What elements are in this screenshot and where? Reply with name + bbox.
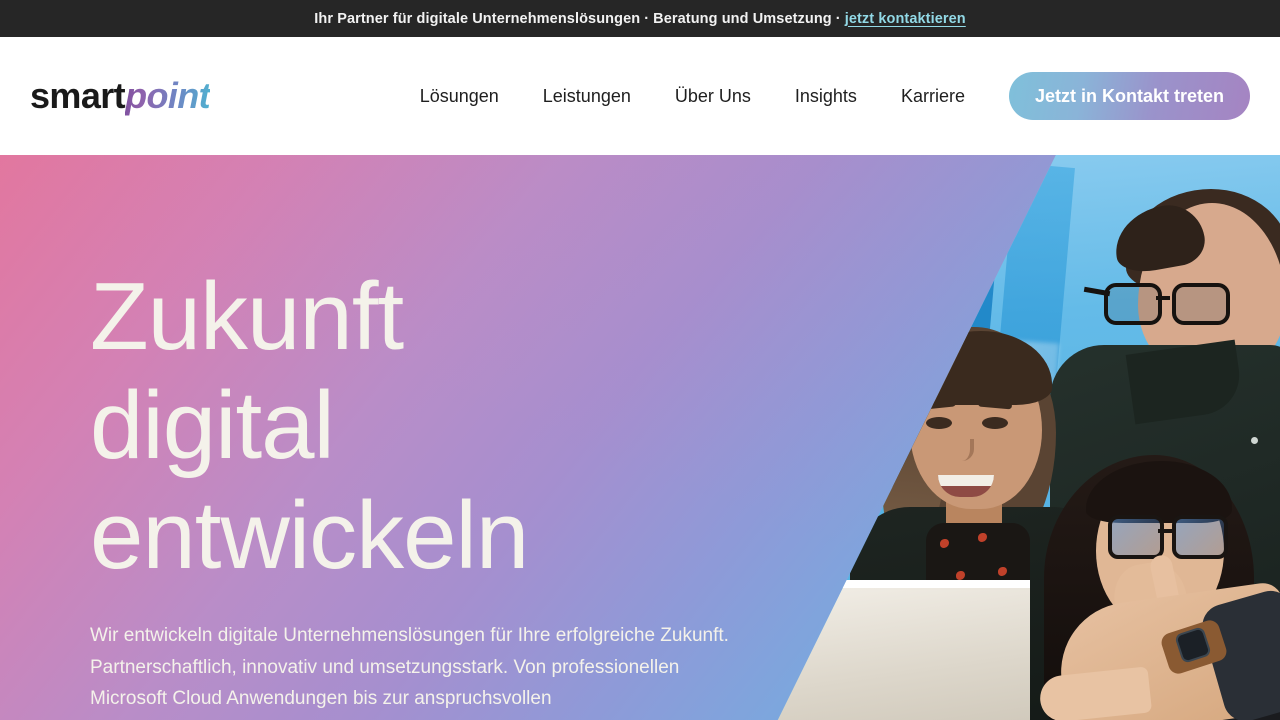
photo-person-woman1-eye-right [982,417,1008,429]
announcement-middle: Beratung und Umsetzung [653,10,832,27]
site-logo[interactable]: smartpoint [30,75,211,116]
hero-section: Zukunft digital entwickeln Wir entwickel… [0,155,1280,720]
nav-item-insights[interactable]: Insights [773,87,879,105]
nav-item-loesungen[interactable]: Lösungen [398,87,521,105]
announcement-separator-2: · [835,10,841,27]
photo-person-woman1-teeth [938,475,994,486]
photo-person-man-glasses-left [1104,283,1162,325]
photo-person-woman2-glasses-left [1108,515,1164,559]
photo-person-woman1-eye-left [926,417,952,429]
header-right: Lösungen Leistungen Über Uns Insights Ka… [398,72,1250,120]
hero-subtitle: Wir entwickeln digitale Unternehmenslösu… [90,625,729,710]
photo-person-man-button [1251,437,1258,444]
nav-item-leistungen[interactable]: Leistungen [521,87,653,105]
contact-cta-button[interactable]: Jetzt in Kontakt treten [1008,72,1250,120]
hero-content: Zukunft digital entwickeln Wir entwickel… [90,155,790,720]
photo-person-man-glasses-right [1172,283,1230,325]
nav-item-karriere[interactable]: Karriere [879,87,987,105]
hero-heading: Zukunft digital entwickeln [90,263,529,589]
nav-item-ueber-uns[interactable]: Über Uns [653,87,773,105]
photo-person-man-glasses-bridge [1156,296,1170,300]
announcement-contact-link[interactable]: jetzt kontaktieren [845,11,966,27]
logo-text-point: point [125,75,211,116]
photo-person-woman2-glasses-bridge [1158,529,1172,533]
announcement-separator-1: · [644,10,650,27]
photo-person-woman2-glasses-right [1172,515,1228,559]
logo-text-smart: smart [30,75,126,116]
site-header: smartpoint Lösungen Leistungen Über Uns … [0,37,1280,155]
announcement-bar: Ihr Partner für digitale Unternehmenslös… [0,0,1280,37]
announcement-lead: Ihr Partner für digitale Unternehmenslös… [314,10,641,27]
main-navigation: Lösungen Leistungen Über Uns Insights Ka… [398,87,987,105]
